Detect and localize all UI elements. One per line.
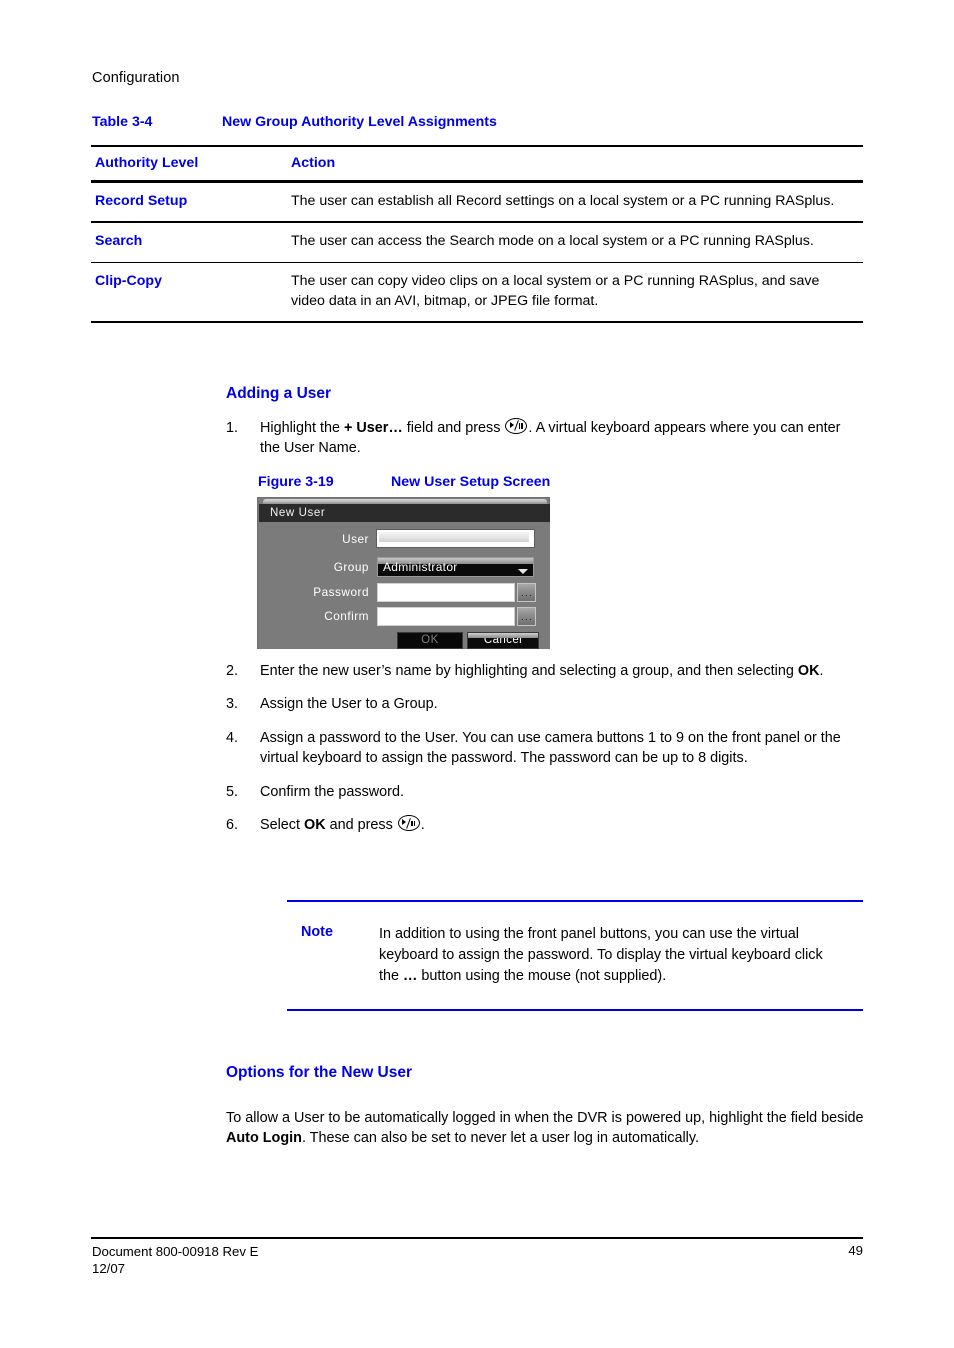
list-item-text: Assign the User to a Group. xyxy=(260,696,438,713)
step2-part1: Enter the new user’s name by highlightin… xyxy=(260,663,798,679)
table-caption-number: Table 3-4 xyxy=(92,114,153,130)
note-keyword: Note xyxy=(301,924,333,940)
list-item: 2. Enter the new user’s name by highligh… xyxy=(226,661,864,681)
figure-caption-title: New User Setup Screen xyxy=(391,474,551,490)
new-user-dialog-screenshot: New User User Group Administrator Passwo… xyxy=(257,497,550,649)
options-part1: To allow a User to be automatically logg… xyxy=(226,1110,864,1126)
step2-bold: OK xyxy=(797,663,820,679)
footer-rule xyxy=(91,1237,863,1239)
step6-part2: and press xyxy=(325,817,397,834)
dialog-body: User Group Administrator Password ... Co… xyxy=(259,522,550,649)
cancel-button[interactable]: Cancel xyxy=(467,632,539,649)
step6-tail: . xyxy=(420,817,425,834)
table-cell-action: The user can establish all Record settin… xyxy=(291,192,835,209)
list-item: 3. Assign the User to a Group. xyxy=(226,694,864,714)
step-list-rest: 2. Enter the new user’s name by highligh… xyxy=(226,661,864,849)
list-item: 6. Select OK and press . xyxy=(226,815,864,835)
footer-date: 12/07 xyxy=(92,1261,126,1277)
table-bottom-rule xyxy=(91,321,863,323)
chevron-down-icon[interactable] xyxy=(518,569,528,574)
options-bold: Auto Login xyxy=(226,1130,302,1147)
user-input-inner xyxy=(379,532,529,542)
table-row: Search The user can access the Search mo… xyxy=(91,223,863,262)
list-item-number: 3. xyxy=(226,696,239,713)
table-row: Clip-Copy The user can copy video clips … xyxy=(91,263,863,321)
options-paragraph: To allow a User to be automatically logg… xyxy=(226,1108,864,1149)
table-caption: Table 3-4 New Group Authority Level Assig… xyxy=(92,114,862,130)
list-item-text: Assign a password to the User. You can u… xyxy=(260,729,841,767)
table-cell-level: Record Setup xyxy=(95,192,188,209)
list-item-text: Select OK and press . xyxy=(260,815,864,835)
note-callout: Note In addition to using the front pane… xyxy=(287,900,863,1012)
group-dropdown[interactable]: Administrator xyxy=(377,557,534,577)
group-field-label: Group xyxy=(333,560,369,574)
list-item-number: 1. xyxy=(226,420,239,436)
group-dropdown-value: Administrator xyxy=(383,560,458,574)
ellipsis-icon: ... xyxy=(521,588,534,598)
note-bottom-rule xyxy=(287,1009,863,1012)
table-header-action: Action xyxy=(291,154,336,171)
list-item-number: 2. xyxy=(226,663,239,679)
table-cell-level: Search xyxy=(95,232,143,249)
list-item-number: 5. xyxy=(226,783,239,800)
step-list-first: 1. Highlight the + User… field and press… xyxy=(226,418,864,472)
confirm-field-label: Confirm xyxy=(324,609,369,623)
options-part2: . These can also be set to never let a u… xyxy=(301,1130,699,1147)
play-pause-icon xyxy=(505,418,528,434)
user-input[interactable] xyxy=(377,530,534,547)
running-header: Configuration xyxy=(92,70,180,86)
step1-part2: field and press xyxy=(402,420,505,436)
play-pause-icon xyxy=(397,815,420,832)
figure-caption: Figure 3-19 New User Setup Screen xyxy=(258,474,550,490)
list-item-number: 6. xyxy=(226,817,239,834)
password-ellipsis-button[interactable]: ... xyxy=(517,583,536,602)
authority-level-table: Authority Level Action Record Setup The … xyxy=(91,145,863,323)
list-item-number: 4. xyxy=(226,729,239,746)
note-bold: … xyxy=(403,968,418,985)
list-item-text: Highlight the + User… field and press . … xyxy=(260,418,864,459)
confirm-input[interactable] xyxy=(377,607,515,626)
list-item-text: Confirm the password. xyxy=(260,783,404,800)
table-cell-action: The user can access the Search mode on a… xyxy=(291,232,814,249)
table-cell-level: Clip-Copy xyxy=(95,273,162,290)
document-page: Configuration Table 3-4 New Group Authori… xyxy=(0,0,954,1348)
list-item: 5. Confirm the password. xyxy=(226,782,864,802)
list-item-text: Enter the new user’s name by highlightin… xyxy=(260,661,864,681)
section-heading-options-for-new-user: Options for the New User xyxy=(226,1064,413,1081)
table-caption-title: New Group Authority Level Assignments xyxy=(222,114,497,130)
ellipsis-icon: ... xyxy=(521,612,534,622)
cancel-button-cap xyxy=(468,633,538,638)
note-content: Note In addition to using the front pane… xyxy=(287,902,863,1009)
figure-caption-number: Figure 3-19 xyxy=(258,474,334,490)
section-heading-adding-a-user: Adding a User xyxy=(226,385,332,402)
user-field-label: User xyxy=(342,532,369,546)
footer-page-number: 49 xyxy=(848,1243,863,1258)
dialog-title: New User xyxy=(270,507,326,519)
step6-bold: OK xyxy=(304,817,326,834)
table-cell-action: The user can copy video clips on a local… xyxy=(291,273,820,309)
confirm-ellipsis-button[interactable]: ... xyxy=(517,607,536,626)
list-item: 4. Assign a password to the User. You ca… xyxy=(226,728,864,769)
table-header-authority-level: Authority Level xyxy=(95,154,199,171)
note-text: In addition to using the front panel but… xyxy=(379,924,863,987)
password-input[interactable] xyxy=(377,583,515,602)
note-part2: button using the mouse (not supplied). xyxy=(417,968,667,985)
list-item: 1. Highlight the + User… field and press… xyxy=(226,418,864,459)
step1-part1: Highlight the xyxy=(260,420,344,436)
table-row: Record Setup The user can establish all … xyxy=(91,183,863,222)
password-field-label: Password xyxy=(313,585,369,599)
ok-button[interactable]: OK xyxy=(397,632,463,649)
step6-part1: Select xyxy=(260,817,304,834)
step2-part2: . xyxy=(819,663,824,679)
step1-bold: + User… xyxy=(344,420,403,436)
table-header-row: Authority Level Action xyxy=(91,147,863,180)
